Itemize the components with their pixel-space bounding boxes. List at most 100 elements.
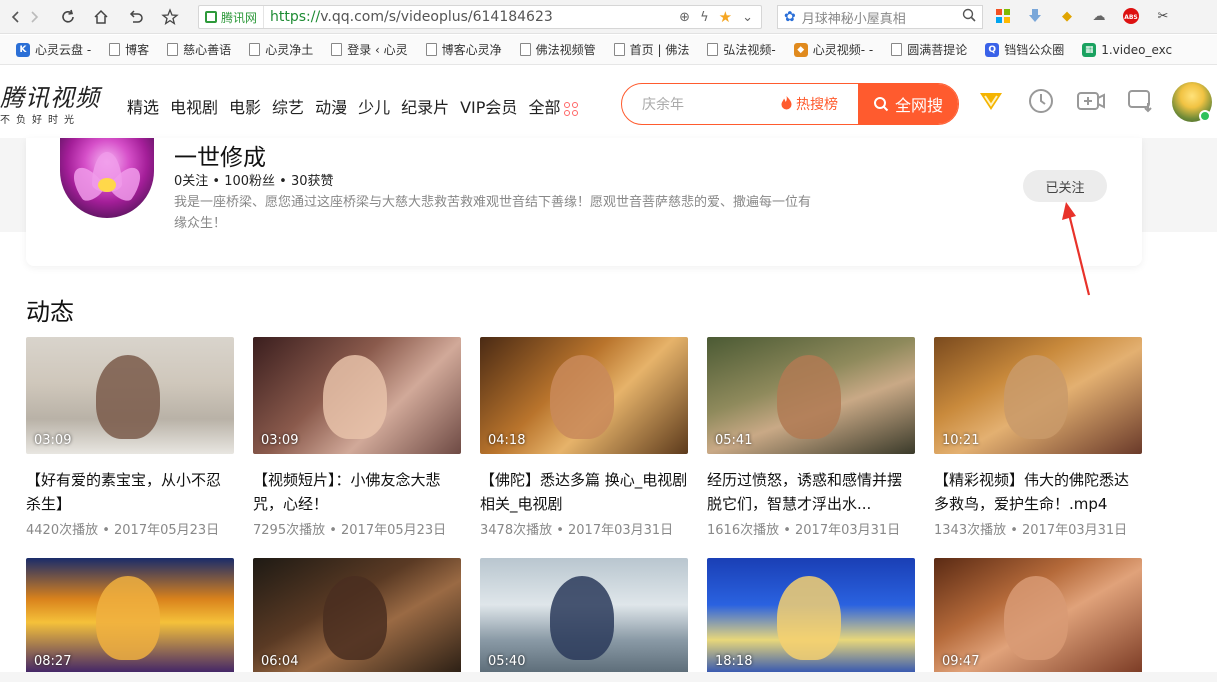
bookmark-item[interactable]: Q 铛铛公众圈 (985, 41, 1064, 58)
flame-icon (780, 95, 793, 114)
video-thumbnail[interactable]: 10:21 (934, 337, 1142, 454)
thumbnail-figure (323, 576, 387, 660)
forward-icon[interactable] (22, 6, 46, 28)
pet-extension-icon[interactable]: ◆ (1057, 6, 1077, 26)
url-text[interactable]: https://v.qq.com/s/videoplus/614184623 (270, 9, 679, 25)
adblock-icon[interactable]: ABS (1121, 6, 1141, 26)
video-thumbnail[interactable]: 05:40 (480, 558, 688, 675)
cut-tool-icon[interactable]: ✂ (1153, 6, 1173, 26)
video-title[interactable]: 【好有爱的素宝宝，从小不忍杀生】 (26, 468, 234, 516)
search-input[interactable] (622, 84, 780, 124)
all-categories-icon (564, 101, 579, 116)
video-meta: 4420次播放 • 2017年05月23日 (26, 523, 220, 538)
undo-close-tab-icon[interactable] (124, 6, 148, 28)
video-thumbnail[interactable]: 09:47 (934, 558, 1142, 675)
bookmark-label: 弘法视频- (723, 43, 776, 57)
nav-item[interactable]: 全部 (528, 94, 579, 118)
bookmark-item[interactable]: 圆满菩提论 (891, 41, 967, 58)
bookmark-item[interactable]: 博客心灵净 (425, 41, 502, 58)
annotation-arrow-icon (1062, 202, 1091, 296)
search-icon (873, 97, 889, 112)
profile-stats: 0关注 • 100粉丝 • 30获赞 (174, 174, 334, 189)
video-duration: 10:21 (942, 433, 980, 448)
bookmark-item[interactable]: ▦ 1.video_exc (1082, 42, 1173, 57)
video-thumbnail[interactable]: 03:09 (26, 337, 234, 454)
lightning-icon[interactable]: ϟ (700, 10, 709, 25)
nav-item[interactable]: 少儿 (358, 94, 390, 118)
video-title[interactable]: 【视频短片】：小佛友念大悲咒，心经！ (253, 468, 461, 516)
video-card[interactable]: 03:09 【视频短片】：小佛友念大悲咒，心经！ 7295次播放 • 2017年05… (253, 337, 461, 538)
bookmark-item[interactable]: ◆ 心灵视频- - (793, 41, 873, 58)
zoom-icon[interactable]: ⊕ (679, 10, 690, 25)
favorite-star-icon[interactable] (158, 6, 182, 28)
upload-video-icon[interactable] (1076, 86, 1106, 116)
history-clock-icon[interactable] (1026, 86, 1056, 116)
bookmark-item[interactable]: K 心灵云盘 - (16, 41, 91, 58)
windows-apps-icon[interactable] (993, 6, 1013, 26)
bookmark-label: 1.video_exc (1101, 42, 1173, 57)
video-thumbnail[interactable]: 08:27 (26, 558, 234, 675)
nav-item[interactable]: VIP会员 (460, 94, 517, 118)
video-card[interactable]: 04:18 【佛陀】悉达多篇 换心_电视剧相关_电视剧 3478次播放 • 2017… (480, 337, 688, 538)
nav-item[interactable]: 电视剧 (170, 94, 218, 118)
bookmark-item[interactable]: 慈心善语 (167, 41, 231, 58)
bookmark-item[interactable]: 佛法视频管 (519, 41, 596, 58)
video-title[interactable]: 【精彩视频】伟大的佛陀悉达多救鸟，爱护生命！.mp4 (934, 468, 1142, 516)
video-thumbnail[interactable]: 05:41 (707, 337, 915, 454)
document-icon (519, 43, 531, 56)
hot-search-link[interactable]: 热搜榜 (780, 94, 838, 114)
nav-item[interactable]: 纪录片 (401, 94, 449, 118)
bookmark-item[interactable]: 博客 (109, 41, 149, 58)
bookmark-label: 佛法视频管 (535, 43, 596, 57)
video-thumbnail[interactable]: 04:18 (480, 337, 688, 454)
bookmark-item[interactable]: 心灵净土 (249, 41, 313, 58)
video-thumbnail[interactable]: 18:18 (707, 558, 915, 675)
nav-item[interactable]: 电影 (229, 94, 261, 118)
video-thumbnail[interactable]: 03:09 (253, 337, 461, 454)
thumbnail-figure (550, 576, 614, 660)
video-duration: 05:40 (488, 654, 526, 669)
profile-card: 一世修成 0关注 • 100粉丝 • 30获赞 我是一座桥梁、愿您通过这座桥梁与… (26, 138, 1142, 266)
nav-item[interactable]: 动漫 (315, 94, 347, 118)
bookmark-label: 心灵云盘 - (35, 43, 92, 57)
follow-button[interactable]: 已关注 (1023, 170, 1107, 202)
shield-icon (205, 11, 217, 23)
nav-item[interactable]: 综艺 (272, 94, 304, 118)
download-icon[interactable] (1025, 6, 1045, 26)
thumbnail-figure (323, 355, 387, 439)
home-icon[interactable] (89, 6, 113, 28)
bookmark-label: 博客心灵净 (441, 43, 502, 57)
video-meta: 1343次播放 • 2017年03月31日 (934, 523, 1128, 538)
search-icon[interactable] (962, 8, 976, 26)
site-favicon-icon: ◆ (793, 42, 808, 57)
video-card[interactable]: 05:41 经历过愤怒，诱惑和感情并摆脱它们，智慧才浮出水... 1616次播放 •… (707, 337, 915, 538)
tencent-video-logo[interactable]: 腾讯视频 不负好时光 (0, 78, 100, 126)
nav-item[interactable]: 精选 (127, 94, 159, 118)
chevron-down-icon[interactable]: ⌄ (742, 10, 753, 25)
video-card[interactable]: 05:40 (480, 558, 688, 675)
browser-search-box[interactable]: ✿ 月球神秘小屋真相 (777, 5, 983, 29)
profile-avatar[interactable] (60, 138, 154, 218)
video-title[interactable]: 【佛陀】悉达多篇 换心_电视剧相关_电视剧 (480, 468, 688, 516)
bookmark-item[interactable]: 首页 | 佛法 (613, 41, 689, 58)
bookmark-item[interactable]: 登录 ‹ 心灵 (331, 41, 408, 58)
bookmark-item[interactable]: 弘法视频- (707, 41, 776, 58)
video-card[interactable]: 09:47 (934, 558, 1142, 675)
refresh-icon[interactable] (56, 6, 80, 28)
vip-icon[interactable] (976, 86, 1006, 116)
video-card[interactable]: 08:27 (26, 558, 234, 675)
bookmarked-star-icon[interactable]: ★ (719, 8, 732, 26)
site-security-badge[interactable]: 腾讯网 (199, 6, 265, 28)
main-nav: 精选 电视剧 电影 综艺 动漫 少儿 纪录片 VIP会员 全部 (127, 94, 589, 118)
video-card[interactable]: 10:21 【精彩视频】伟大的佛陀悉达多救鸟，爱护生命！.mp4 1343次播放 •… (934, 337, 1142, 538)
video-card[interactable]: 06:04 (253, 558, 461, 675)
address-bar[interactable]: 腾讯网 https://v.qq.com/s/videoplus/6141846… (198, 5, 762, 29)
video-card[interactable]: 18:18 (707, 558, 915, 675)
video-card[interactable]: 03:09 【好有爱的素宝宝，从小不忍杀生】 4420次播放 • 2017年05月2… (26, 337, 234, 538)
cloud-sync-icon[interactable]: ☁ (1089, 6, 1109, 26)
search-button[interactable]: 全网搜 (858, 84, 958, 124)
client-download-icon[interactable] (1126, 86, 1156, 116)
video-title[interactable]: 经历过愤怒，诱惑和感情并摆脱它们，智慧才浮出水... (707, 468, 915, 516)
page-bottom-edge (0, 672, 1217, 682)
video-thumbnail[interactable]: 06:04 (253, 558, 461, 675)
